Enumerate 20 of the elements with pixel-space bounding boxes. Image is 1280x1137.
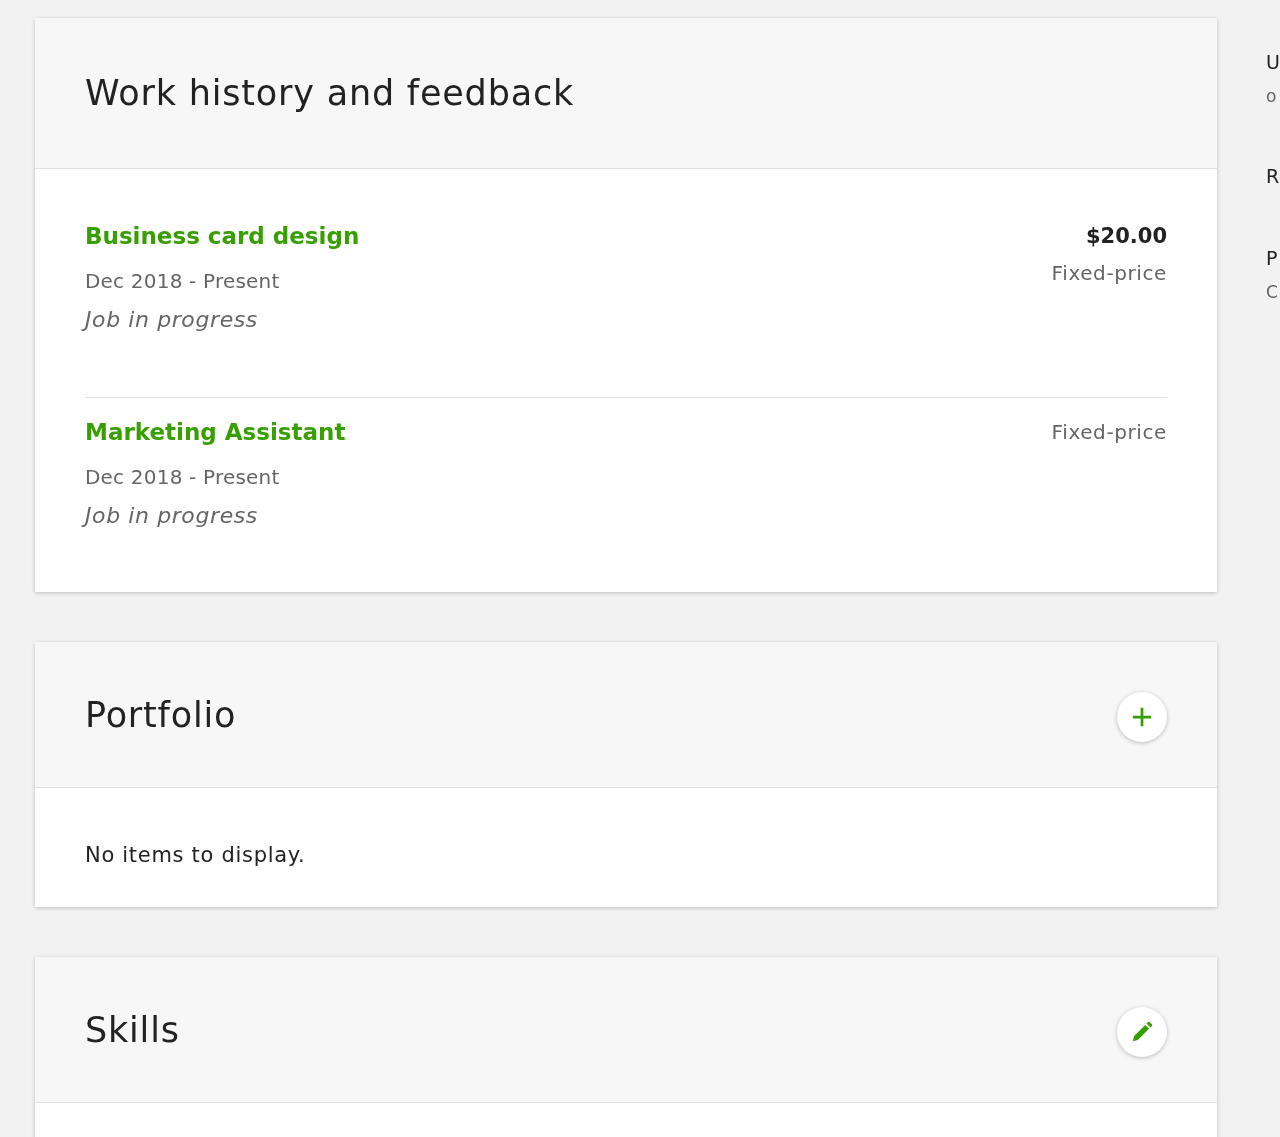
plus-icon [1131, 706, 1153, 728]
job-title-link[interactable]: Business card design [85, 221, 360, 251]
section-title: Work history and feedback [85, 72, 574, 114]
sidebar-detail: o [1266, 85, 1278, 108]
sidebar-heading: P [1266, 246, 1279, 271]
edit-button[interactable] [1117, 1007, 1167, 1057]
job-title-link[interactable]: Marketing Assistant [85, 417, 346, 447]
sidebar-heading: U [1266, 50, 1280, 75]
section-title: Portfolio [85, 693, 237, 736]
job-price-type: Fixed-price [1051, 260, 1167, 287]
empty-message: No items to display. [85, 843, 307, 867]
sidebar-heading: R [1266, 164, 1280, 189]
job-price-type: Fixed-price [1051, 419, 1167, 446]
section-title: Skills [85, 1008, 180, 1051]
pencil-icon [1131, 1021, 1153, 1043]
add-button[interactable] [1117, 692, 1167, 742]
job-dates: Dec 2018 - Present [85, 465, 280, 489]
job-amount: $20.00 [1085, 223, 1167, 250]
sidebar-detail: C [1266, 281, 1279, 304]
job-dates: Dec 2018 - Present [85, 269, 280, 293]
